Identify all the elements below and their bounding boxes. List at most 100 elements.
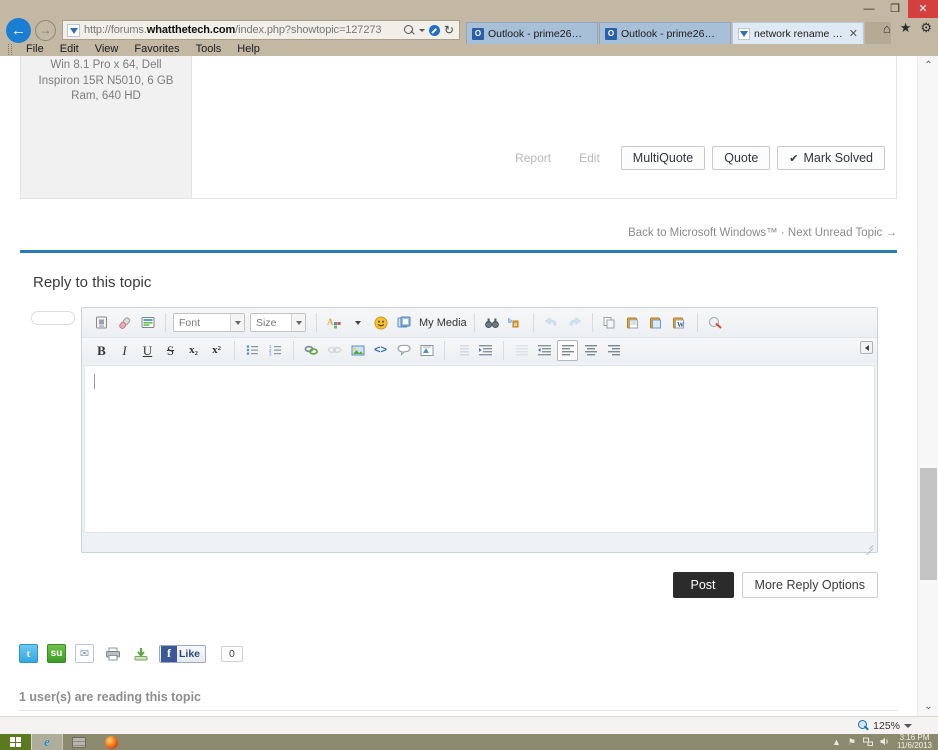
emoticon-icon[interactable] <box>370 312 391 333</box>
email-icon[interactable]: ✉ <box>75 644 94 663</box>
mark-solved-button[interactable]: ✔ Mark Solved <box>777 146 885 170</box>
back-to-forum-link[interactable]: Back to Microsoft Windows™ <box>628 227 778 239</box>
page-scrollbar[interactable]: ⌃ ⌄ <box>917 56 938 716</box>
indent-icon[interactable] <box>475 340 496 361</box>
back-button[interactable]: ← <box>6 17 31 43</box>
chevron-down-icon[interactable] <box>291 314 305 331</box>
search-icon[interactable] <box>403 24 415 36</box>
replace-icon[interactable]: ba <box>505 312 526 333</box>
my-media-icon[interactable] <box>393 312 414 333</box>
source-icon[interactable] <box>137 312 158 333</box>
align-indent-icon[interactable] <box>534 340 555 361</box>
paste-text-icon[interactable] <box>646 312 667 333</box>
menu-item-view[interactable]: View <box>87 43 127 55</box>
taskbar-item-internet-explorer[interactable]: e <box>31 734 63 750</box>
quote-button[interactable]: Quote <box>712 146 771 170</box>
bullet-list-icon[interactable] <box>242 340 263 361</box>
action-center-flag-icon[interactable]: ⚑ <box>848 737 856 748</box>
facebook-like-button[interactable]: f Like <box>159 644 207 663</box>
scroll-down-button[interactable]: ⌄ <box>918 697 938 716</box>
reply-textarea[interactable] <box>84 365 875 533</box>
tab-outlook-1[interactable]: Outlook - prime26@live.c... <box>466 22 598 44</box>
next-unread-topic-link[interactable]: Next Unread Topic → <box>788 227 897 239</box>
volume-icon[interactable] <box>880 737 890 748</box>
attach-icon[interactable] <box>91 312 112 333</box>
download-icon[interactable] <box>131 644 150 663</box>
favorites-star-icon[interactable]: ★ <box>900 20 912 36</box>
my-media-label[interactable]: My Media <box>416 317 467 329</box>
toolbar-separator <box>234 340 235 360</box>
home-icon[interactable]: ⌂ <box>883 21 891 36</box>
gear-icon[interactable]: ⚙ <box>920 20 932 36</box>
undo-icon[interactable] <box>541 312 562 333</box>
report-link[interactable]: Report <box>501 151 565 165</box>
zoom-indicator[interactable]: 125% <box>858 720 922 732</box>
italic-button[interactable]: I <box>114 340 135 361</box>
special-icon[interactable] <box>416 340 437 361</box>
print-icon[interactable] <box>103 644 122 663</box>
taskbar-item-firewall[interactable] <box>63 734 95 750</box>
text-color-icon[interactable]: A <box>324 312 345 333</box>
quote-icon[interactable] <box>393 340 414 361</box>
menu-item-file[interactable]: File <box>18 43 52 55</box>
underline-button[interactable]: U <box>137 340 158 361</box>
menu-item-help[interactable]: Help <box>229 43 268 55</box>
scroll-up-button[interactable]: ⌃ <box>918 56 938 75</box>
number-list-icon[interactable]: 123 <box>265 340 286 361</box>
strikethrough-button[interactable]: S <box>160 340 181 361</box>
align-justify-icon[interactable] <box>511 340 532 361</box>
close-icon[interactable]: ✕ <box>849 27 858 40</box>
eraser-icon[interactable] <box>114 312 135 333</box>
subscript-button[interactable]: x₂ <box>183 340 204 361</box>
align-right-icon[interactable] <box>603 340 624 361</box>
chevron-down-icon[interactable] <box>347 312 368 333</box>
paste-icon[interactable] <box>623 312 644 333</box>
clock[interactable]: 3:16 PM 11/6/2013 <box>897 734 932 750</box>
resize-handle[interactable] <box>864 541 873 550</box>
stumbleupon-icon[interactable]: su <box>47 644 66 663</box>
redo-icon[interactable] <box>564 312 585 333</box>
address-bar[interactable]: http://forums.whatthetech.com/index.php?… <box>62 20 460 40</box>
find-icon[interactable] <box>482 312 503 333</box>
code-icon[interactable]: <> <box>370 340 391 361</box>
bold-button[interactable]: B <box>91 340 112 361</box>
unlink-icon[interactable] <box>324 340 345 361</box>
multiquote-button[interactable]: MultiQuote <box>620 146 706 170</box>
window-resize-grip[interactable] <box>922 719 936 733</box>
start-button[interactable] <box>0 734 31 750</box>
menu-item-favorites[interactable]: Favorites <box>126 43 187 55</box>
align-center-icon[interactable] <box>580 340 601 361</box>
tab-network-rename[interactable]: network rename etc - ... ✕ <box>732 22 864 44</box>
menu-item-tools[interactable]: Tools <box>188 43 230 55</box>
size-select[interactable]: Size <box>250 313 306 332</box>
remove-format-icon[interactable] <box>705 312 726 333</box>
network-icon[interactable] <box>863 737 873 748</box>
menu-item-edit[interactable]: Edit <box>52 43 87 55</box>
edit-link[interactable]: Edit <box>565 151 614 165</box>
stop-icon[interactable] <box>428 24 440 36</box>
copy-icon[interactable] <box>600 312 621 333</box>
post-button[interactable]: Post <box>672 572 734 598</box>
show-hidden-icons-icon[interactable]: ▲ <box>832 737 841 747</box>
link-icon[interactable] <box>301 340 322 361</box>
forward-button[interactable]: → <box>35 19 56 41</box>
image-icon[interactable] <box>347 340 368 361</box>
minimize-button[interactable]: — <box>856 0 882 18</box>
more-reply-options-button[interactable]: More Reply Options <box>741 572 878 598</box>
twitter-icon[interactable]: t <box>19 644 38 663</box>
outdent-icon[interactable] <box>452 340 473 361</box>
refresh-icon[interactable]: ↻ <box>444 24 454 36</box>
collapse-icon[interactable] <box>860 341 873 354</box>
superscript-button[interactable]: x² <box>206 340 227 361</box>
close-button[interactable]: ✕ <box>908 0 938 18</box>
chevron-down-icon[interactable] <box>418 28 425 32</box>
taskbar-item-firefox[interactable] <box>95 734 127 750</box>
maximize-button[interactable]: ❐ <box>882 0 908 18</box>
scrollbar-thumb[interactable] <box>920 468 937 580</box>
chevron-down-icon[interactable] <box>230 314 244 331</box>
tab-outlook-2[interactable]: Outlook - prime26@live.c... <box>599 22 731 44</box>
font-select[interactable]: Font <box>173 313 245 332</box>
align-left-icon[interactable] <box>557 339 578 361</box>
paste-word-icon[interactable]: W <box>669 312 690 333</box>
chevron-down-icon[interactable] <box>904 723 912 728</box>
